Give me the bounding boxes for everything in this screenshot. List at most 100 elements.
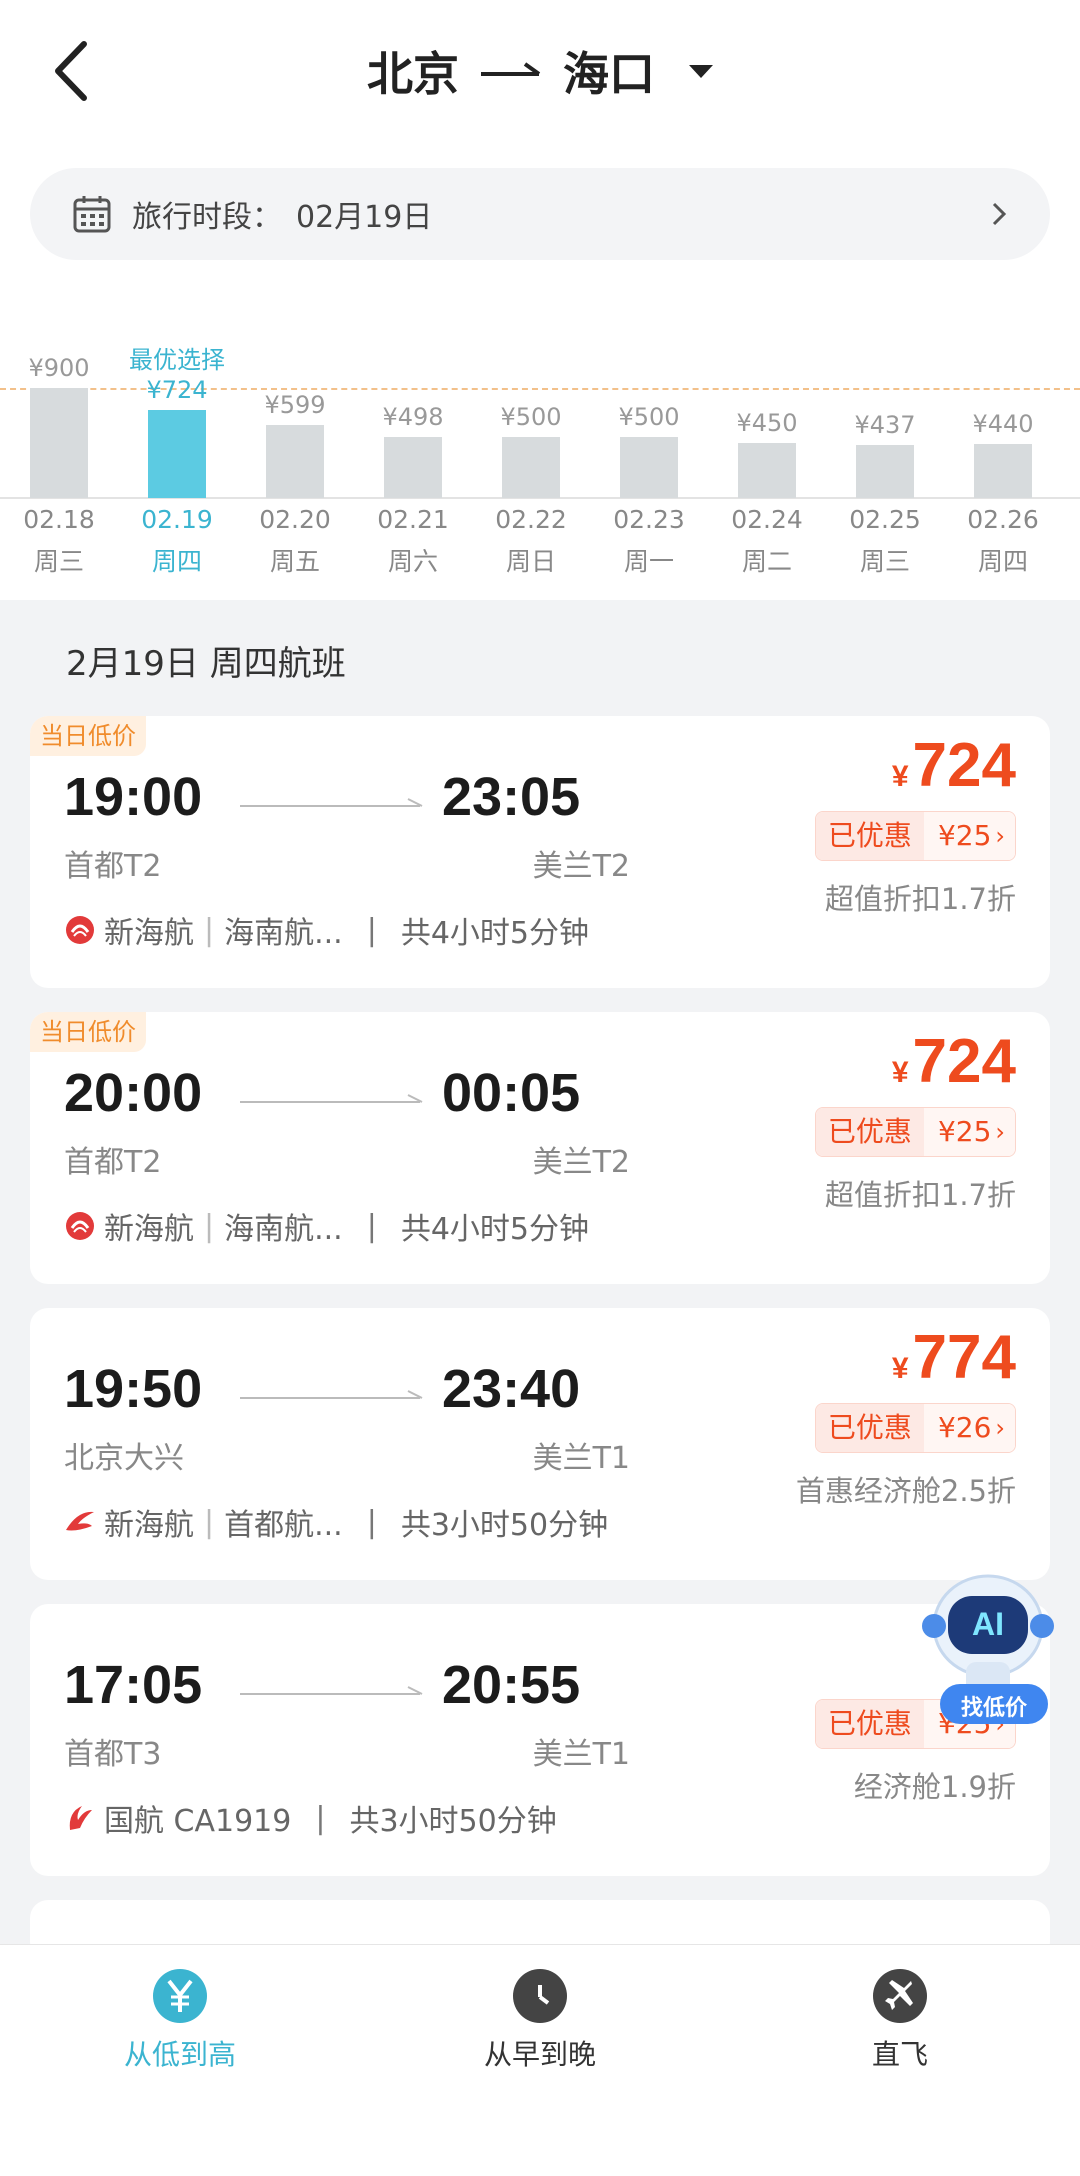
calendar-day[interactable]: ¥440 02.26 周四: [944, 300, 1062, 580]
calendar-icon: [73, 196, 111, 233]
calendar-day[interactable]: ¥437 02.25 周三: [826, 300, 944, 580]
flight-arrow-icon: [240, 798, 423, 807]
currency-symbol: ¥: [891, 1056, 909, 1089]
flight-arrow-icon: [240, 1390, 423, 1399]
separator: |: [315, 1800, 326, 1836]
airline-info: 新海航 | 海南航... | 共4小时5分钟: [64, 1204, 589, 1248]
departure-time: 20:00: [64, 1063, 203, 1123]
origin-city: 北京: [367, 47, 459, 101]
departure-airport: 北京大兴: [64, 1441, 184, 1476]
ai-label: 找低价: [960, 1696, 1027, 1721]
ai-badge: AI: [972, 1606, 1004, 1642]
calendar-day[interactable]: ¥498 02.21 周六: [354, 300, 472, 580]
fare-note: 超值折扣1.7折: [824, 1178, 1016, 1212]
nav-label: 直飞: [871, 2038, 928, 2071]
departure-airport: 首都T2: [64, 1145, 162, 1180]
price-bar: [738, 443, 796, 498]
chevron-right-icon: ›: [995, 822, 1005, 850]
best-choice-label: 最优选择: [129, 346, 225, 374]
discount-badge[interactable]: 已优惠 ¥26 ›: [814, 1403, 1016, 1453]
sort-price-low-high[interactable]: 从低到高: [60, 1969, 300, 2073]
discount-amount: ¥26: [937, 1411, 992, 1444]
price-bar: [266, 425, 324, 498]
flight-price: ¥774: [892, 1322, 1016, 1393]
price-bar: [856, 445, 914, 498]
arrival-airport: 美兰T1: [532, 1441, 630, 1476]
price-calendar: ¥900 02.18 周三 ¥724 最优选择 02.19 周四 ¥599 02.20 周五 ¥49…: [0, 300, 1080, 580]
discount-label: 已优惠: [815, 812, 924, 860]
departure-time: 19:50: [64, 1359, 203, 1419]
flight-price: ¥724: [892, 730, 1016, 801]
arrival-time: 23:40: [442, 1359, 581, 1419]
calendar-day[interactable]: ¥450 02.24 周二: [708, 300, 826, 580]
flight-card[interactable]: 19:50 23:40 北京大兴 美兰T1 新海航 | 首都航... | 共3小时50分钟 ¥77…: [30, 1308, 1050, 1580]
discount-label: 已优惠: [815, 1700, 924, 1748]
plane-icon: [873, 1969, 927, 2023]
top-section: 北京 海口 旅行时段： 02月19日 ¥900 02.18 周三 ¥724 最优选择 02…: [0, 0, 1080, 600]
price-value: 724: [912, 731, 1016, 800]
flight-card[interactable]: 当日低价 20:00 00:05 首都T2 美兰T2 新海航 | 海南航... | 共4小时5分钟…: [30, 1012, 1050, 1284]
price-bar: [148, 410, 206, 498]
separator: |: [366, 912, 377, 948]
airchina-logo-icon: [64, 1802, 96, 1834]
departure-time: 17:05: [64, 1655, 203, 1715]
arrival-airport: 美兰T1: [532, 1737, 630, 1772]
destination-city: 海口: [563, 47, 655, 101]
airline-name: 国航 CA1919: [104, 1804, 292, 1839]
ai-assistant-button[interactable]: AI 找低价: [918, 1566, 1066, 1734]
day-weekday: 周四: [977, 547, 1028, 576]
currency-symbol: ¥: [891, 1352, 909, 1385]
chevron-right-icon: ›: [995, 1414, 1005, 1442]
travel-period-selector[interactable]: 旅行时段： 02月19日: [30, 168, 1050, 260]
dropdown-caret-icon: [689, 64, 713, 78]
price-bar: [974, 444, 1032, 498]
calendar-day[interactable]: ¥500 02.23 周一: [590, 300, 708, 580]
arrival-time: 23:05: [442, 767, 581, 827]
sort-time-early-late[interactable]: 从早到晚: [420, 1969, 660, 2073]
operating-airline: 海南航...: [224, 916, 343, 951]
period-value: 02月19日: [296, 200, 433, 235]
currency-symbol: ¥: [891, 760, 909, 793]
filter-direct-flights[interactable]: 直飞: [780, 1969, 1020, 2073]
departure-time: 19:00: [64, 767, 203, 827]
departure-airport: 首都T2: [64, 849, 162, 884]
fare-note: 经济舱1.9折: [853, 1770, 1016, 1804]
low-price-tag: 当日低价: [30, 716, 146, 756]
low-price-tag: 当日低价: [30, 1012, 146, 1052]
clock-icon: [513, 1969, 567, 2023]
hainan-logo-icon: [64, 1210, 96, 1242]
calendar-day[interactable]: ¥724 最优选择 02.19 周四: [118, 300, 236, 580]
price-bar: [30, 388, 88, 498]
price-bar: [620, 437, 678, 498]
flight-card[interactable]: 17:0520:55首都T3美兰T1国航 CA1919|共3小时50分钟¥7已优…: [30, 1604, 1050, 1876]
bottom-sort-bar: 从低到高 从早到晚 直飞: [0, 1944, 1080, 2176]
capital-logo-icon: [64, 1506, 96, 1538]
calendar-day[interactable]: ¥599 02.20 周五: [236, 300, 354, 580]
hainan-logo-icon: [64, 914, 96, 946]
flight-duration: 共4小时5分钟: [400, 916, 590, 951]
flight-arrow-icon: [240, 1686, 423, 1695]
price-bar: [502, 437, 560, 498]
nav-label: 从早到晚: [483, 2038, 596, 2071]
flight-card[interactable]: 当日低价 19:00 23:05 首都T2 美兰T2 新海航 | 海南航... | 共4小时5分钟…: [30, 716, 1050, 988]
flight-duration: 共4小时5分钟: [400, 1212, 590, 1247]
arrival-time: 00:05: [442, 1063, 581, 1123]
calendar-day[interactable]: ¥500 02.22 周日: [472, 300, 590, 580]
airline-name: 新海航: [104, 1508, 194, 1543]
arrival-airport: 美兰T2: [532, 1145, 630, 1180]
flight-price: ¥724: [892, 1026, 1016, 1097]
route-selector[interactable]: 北京 海口: [0, 36, 1080, 106]
discount-badge[interactable]: 已优惠 ¥25›: [814, 1107, 1016, 1157]
arrival-time: 20:55: [442, 1655, 581, 1715]
discount-amount: ¥25: [937, 819, 992, 852]
discount-label: 已优惠: [815, 1108, 924, 1156]
operating-airline: 海南航...: [224, 1212, 343, 1247]
arrival-airport: 美兰T2: [532, 849, 630, 884]
discount-badge[interactable]: 已优惠 ¥25›: [814, 811, 1016, 861]
yen-icon: [153, 1969, 207, 2023]
airline-name: 新海航: [104, 916, 194, 951]
airline-info: 国航 CA1919 | 共3小时50分钟: [64, 1796, 557, 1840]
airline-info: 新海航 | 首都航... | 共3小时50分钟: [64, 1500, 608, 1544]
airline-name: 新海航: [104, 1212, 194, 1247]
price-bar: [384, 437, 442, 498]
